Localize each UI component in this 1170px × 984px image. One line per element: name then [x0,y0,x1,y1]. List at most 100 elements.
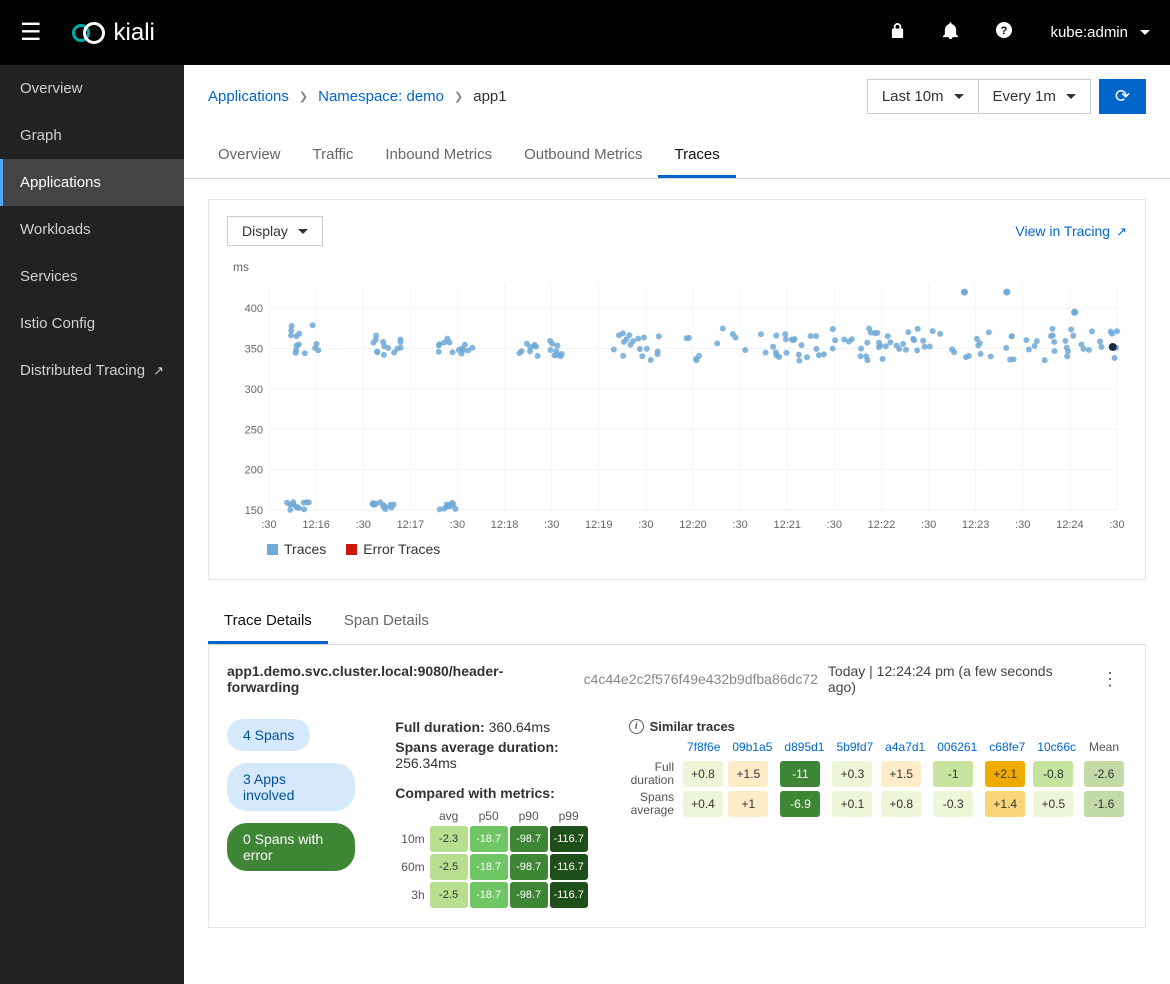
metric-cell: -2.3 [430,826,468,852]
tab-traces[interactable]: Traces [658,134,735,178]
similar-trace-link[interactable]: c68fe7 [984,736,1030,758]
user-dropdown[interactable]: kube:admin [1050,24,1150,41]
svg-text::30: :30 [261,519,276,531]
tab-outbound-metrics[interactable]: Outbound Metrics [508,134,658,178]
similar-cell: -1.6 [1084,791,1124,817]
sidebar-item-distributed-tracing[interactable]: Distributed Tracing [0,347,184,394]
user-label: kube:admin [1050,24,1128,41]
similar-traces: iSimilar traces 7f8f6e09b1a5d895d15b9fd7… [629,719,1127,820]
metric-cell: -18.7 [470,826,508,852]
trace-time: Today | 12:24:24 pm (a few seconds ago) [828,663,1083,695]
svg-text:12:17: 12:17 [397,519,425,531]
view-in-tracing-link[interactable]: View in Tracing [1015,223,1127,240]
breadcrumb-namespace[interactable]: Namespace: demo [318,88,444,105]
similar-trace-link[interactable]: 09b1a5 [727,736,777,758]
tab-inbound-metrics[interactable]: Inbound Metrics [369,134,508,178]
svg-text:200: 200 [245,465,263,477]
svg-text:12:16: 12:16 [302,519,330,531]
svg-text::30: :30 [827,519,842,531]
metric-cell: -98.7 [510,826,548,852]
sidebar-item-applications[interactable]: Applications [0,159,184,206]
tab-trace-details[interactable]: Trace Details [208,600,328,644]
svg-text:?: ? [1001,25,1008,37]
similar-trace-link[interactable]: d895d1 [779,736,829,758]
metric-cell: -2.5 [430,854,468,880]
similar-row-label: Fullduration [631,760,680,788]
bell-icon[interactable] [943,22,958,44]
chevron-right-icon: ❯ [454,90,463,103]
similar-cell: +1.4 [985,791,1025,817]
similar-cell: -1 [933,761,973,787]
scatter-chart[interactable]: 150200250300350400:3012:16:3012:17:3012:… [227,274,1127,534]
tab-traffic[interactable]: Traffic [297,134,370,178]
svg-text::30: :30 [450,519,465,531]
svg-text::30: :30 [638,519,653,531]
svg-text:12:19: 12:19 [585,519,613,531]
display-label: Display [242,223,288,239]
svg-text:12:24: 12:24 [1056,519,1084,531]
svg-text::30: :30 [732,519,747,531]
svg-text::30: :30 [1109,519,1124,531]
avg-duration-label: Spans average duration: [395,739,558,755]
sidebar-item-label: Workloads [20,221,91,238]
similar-cell: -0.3 [933,791,973,817]
sidebar-item-services[interactable]: Services [0,253,184,300]
trace-name: app1.demo.svc.cluster.local:9080/header-… [227,663,574,695]
refresh-button[interactable]: ⟳ [1099,79,1146,114]
chart-y-label: ms [233,260,1127,274]
similar-trace-link[interactable]: 10c66c [1032,736,1081,758]
breadcrumb-applications[interactable]: Applications [208,88,289,105]
similar-cell: +0.4 [683,791,723,817]
chart-legend: Traces Error Traces [267,541,1127,557]
refresh-interval-select[interactable]: Every 1m [979,79,1091,114]
sidebar-item-label: Overview [20,80,83,97]
legend-label: Traces [284,541,326,557]
legend-error-traces[interactable]: Error Traces [346,541,440,557]
metric-cell: -18.7 [470,882,508,908]
similar-cell: +0.8 [683,761,723,787]
similar-trace-link[interactable]: 5b9fd7 [831,736,878,758]
svg-text::30: :30 [356,519,371,531]
sidebar-item-label: Applications [20,174,101,191]
similar-cell: +0.1 [832,791,872,817]
svg-text:12:21: 12:21 [773,519,801,531]
kebab-menu-icon[interactable]: ⋮ [1093,669,1127,690]
caret-down-icon [954,94,964,99]
metric-cell: -116.7 [550,882,588,908]
help-icon[interactable]: ? [996,22,1012,43]
svg-text:350: 350 [245,344,263,356]
svg-text:400: 400 [245,303,263,315]
lock-icon[interactable] [890,22,905,44]
info-icon: i [629,719,644,734]
legend-traces[interactable]: Traces [267,541,326,557]
metric-cell: -18.7 [470,854,508,880]
metrics-comparison: Full duration: 360.64ms Spans average du… [395,719,588,909]
display-dropdown[interactable]: Display [227,216,323,246]
tab-span-details[interactable]: Span Details [328,600,445,644]
sidebar-item-graph[interactable]: Graph [0,112,184,159]
sidebar-item-workloads[interactable]: Workloads [0,206,184,253]
swatch-icon [267,544,278,555]
svg-text:250: 250 [245,424,263,436]
logo[interactable]: kiali [72,19,155,47]
full-duration-value: 360.64ms [489,719,550,735]
sidebar-item-overview[interactable]: Overview [0,65,184,112]
hamburger-icon[interactable]: ☰ [20,18,42,47]
badge-spans[interactable]: 4 Spans [227,719,310,751]
time-range-select[interactable]: Last 10m [867,79,979,114]
svg-text:12:20: 12:20 [679,519,707,531]
similar-traces-table: 7f8f6e09b1a5d895d15b9fd7a4a7d1006261c68f… [629,734,1127,820]
sidebar-item-istio-config[interactable]: Istio Config [0,300,184,347]
similar-trace-link[interactable]: 006261 [932,736,982,758]
tab-overview[interactable]: Overview [202,134,297,178]
metric-cell: -98.7 [510,854,548,880]
similar-cell: +0.5 [1033,791,1073,817]
similar-trace-link[interactable]: 7f8f6e [682,736,725,758]
logo-icon [72,20,106,46]
similar-trace-link[interactable]: a4a7d1 [880,736,930,758]
metric-cell: -116.7 [550,854,588,880]
badge-errors[interactable]: 0 Spans with error [227,823,355,871]
badge-apps[interactable]: 3 Apps involved [227,763,355,811]
similar-cell: -6.9 [780,791,820,817]
trace-id: c4c44e2c2f576f49e432b9dfba86dc72 [584,671,818,687]
